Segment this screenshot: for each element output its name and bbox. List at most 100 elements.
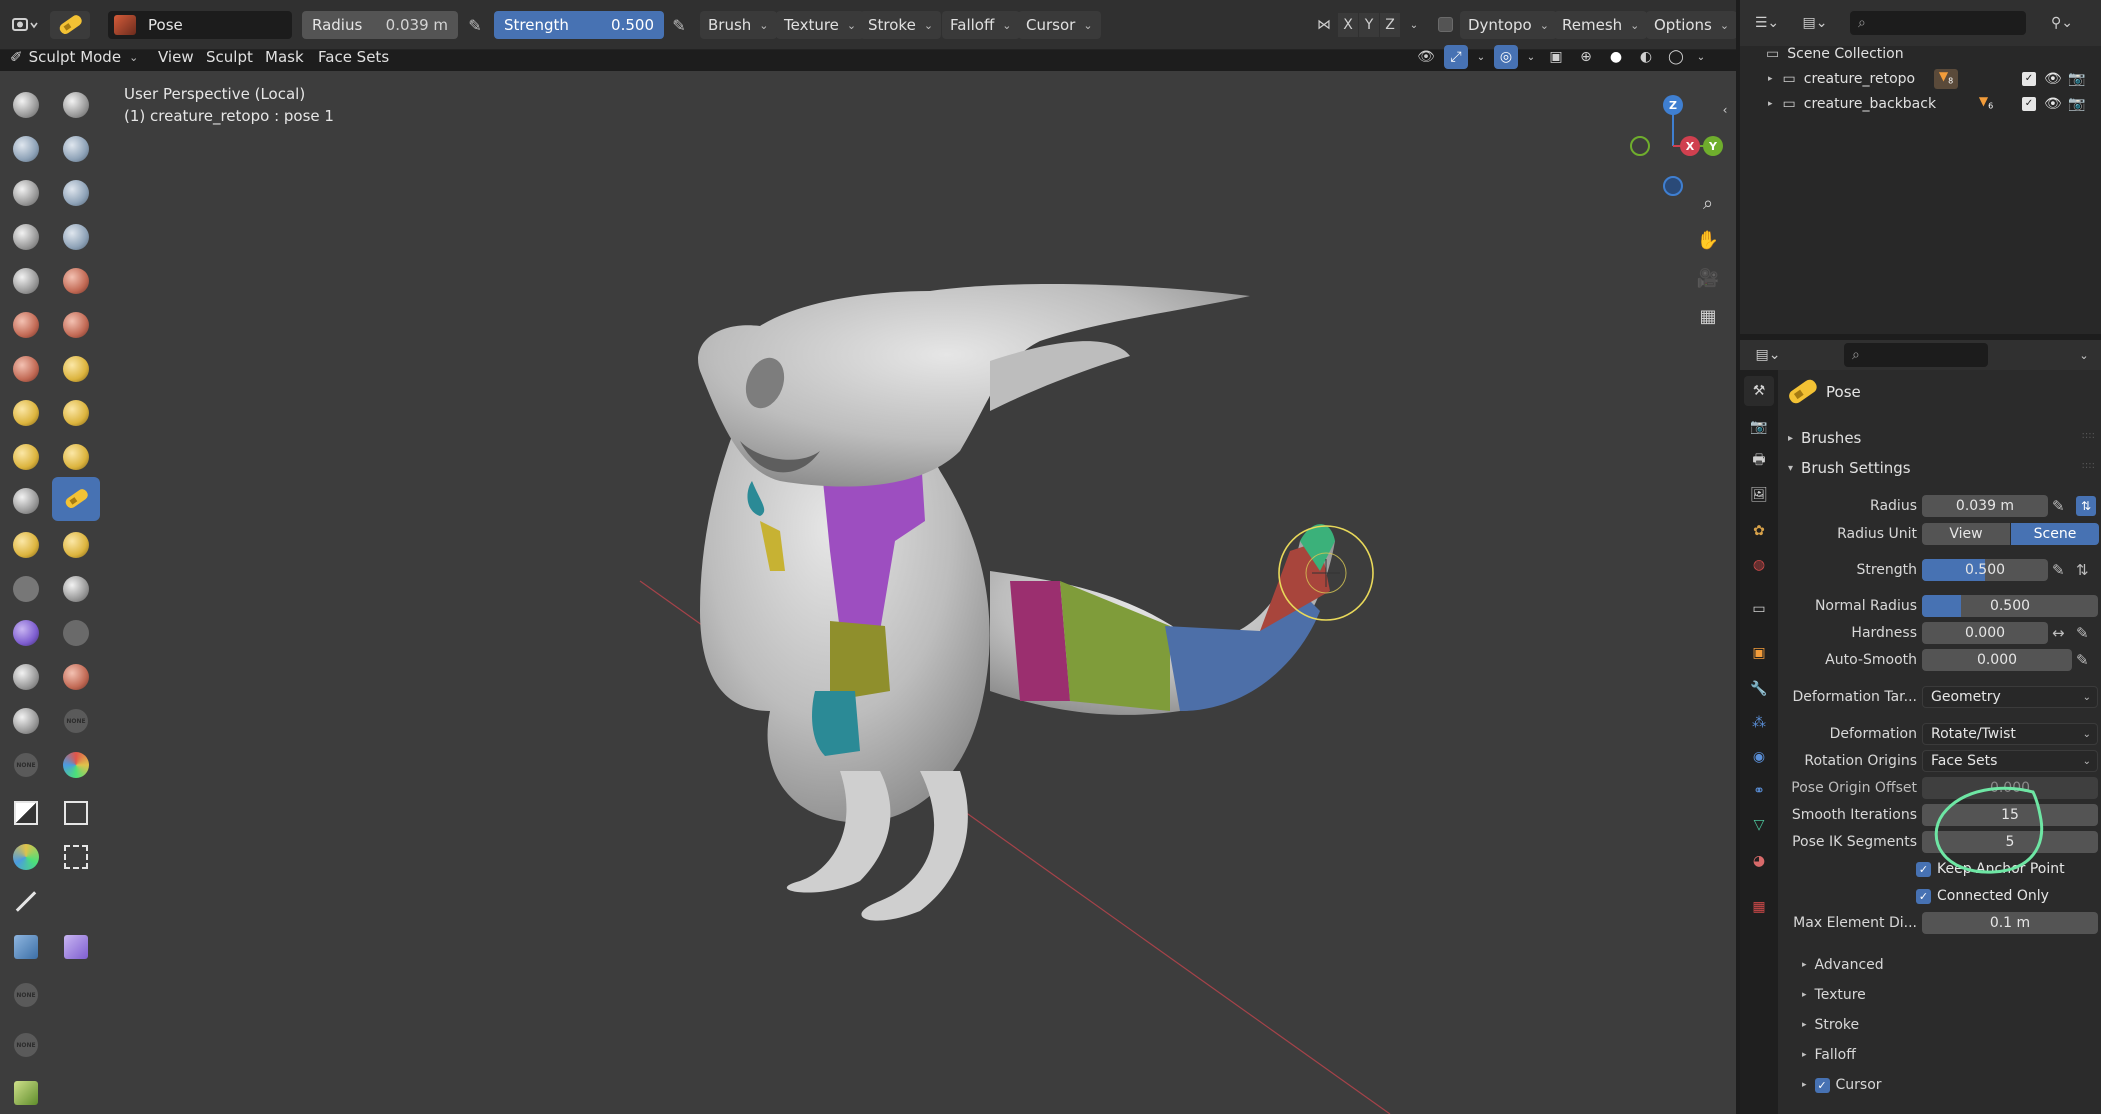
- tool-tab-icon[interactable]: ⚒: [1744, 376, 1774, 406]
- falloff-menu[interactable]: Falloff ⌄: [942, 11, 1020, 39]
- orthographic-grid-icon[interactable]: ▦: [1693, 301, 1723, 331]
- material-tab-icon[interactable]: ◕: [1744, 846, 1774, 876]
- auto-smooth-pressure-icon[interactable]: ✎: [2076, 651, 2089, 669]
- clay-strips-brush-tool[interactable]: [56, 129, 96, 169]
- thumb-brush-tool[interactable]: [56, 437, 96, 477]
- stroke-menu[interactable]: Stroke ⌄: [860, 11, 942, 39]
- filter-icon[interactable]: ⚲⌄: [2042, 11, 2082, 35]
- draw-face-sets-tool[interactable]: [6, 657, 46, 697]
- gizmo-options-icon[interactable]: ⌄: [1474, 45, 1488, 69]
- collection-tab-icon[interactable]: ▭: [1744, 594, 1774, 624]
- exclude-checkbox[interactable]: ✓: [2022, 97, 2036, 111]
- cursor-checkbox[interactable]: ✓: [1814, 1077, 1830, 1093]
- data-tab-icon[interactable]: ▽: [1744, 810, 1774, 840]
- brush-settings-panel-header[interactable]: ▾ Brush Settings: [1788, 456, 1911, 480]
- symmetry-options-icon[interactable]: ⌄: [1402, 13, 1426, 37]
- fill-brush-tool[interactable]: [6, 305, 46, 345]
- mode-dropdown[interactable]: ✐ Sculpt Mode ⌄: [4, 43, 142, 71]
- inflate-brush-tool[interactable]: [56, 173, 96, 213]
- strength-field[interactable]: 0.500: [1922, 559, 2048, 581]
- rendered-shading-icon[interactable]: ◯: [1664, 45, 1688, 69]
- draw-brush-tool[interactable]: [6, 85, 46, 125]
- render-camera-icon[interactable]: 📷: [2068, 96, 2085, 112]
- editor-type-icon[interactable]: [6, 11, 44, 39]
- output-tab-icon[interactable]: 🖶: [1744, 446, 1774, 476]
- strength-slider[interactable]: Strength 0.500: [494, 11, 664, 39]
- max-element-distance-field[interactable]: 0.1 m: [1922, 912, 2098, 934]
- wireframe-shading-icon[interactable]: ⊕: [1574, 45, 1598, 69]
- scene-tab-icon[interactable]: ✿: [1744, 516, 1774, 546]
- view-menu[interactable]: View: [158, 43, 194, 71]
- active-tool-icon[interactable]: [50, 11, 90, 39]
- empty-brush-slot-2[interactable]: NONE: [6, 745, 46, 785]
- radius-pressure-icon[interactable]: ✎: [464, 15, 486, 37]
- texture-menu[interactable]: Texture ⌄: [776, 11, 865, 39]
- annotate-tool[interactable]: [6, 1073, 46, 1113]
- mirror-y-toggle[interactable]: Y: [1359, 13, 1379, 37]
- multiplane-scrape-brush-tool[interactable]: [6, 349, 46, 389]
- elastic-deform-brush-tool[interactable]: [56, 393, 96, 433]
- strength-pressure-icon[interactable]: ✎: [2052, 561, 2065, 579]
- gizmo-neg-z-axis[interactable]: [1663, 176, 1683, 196]
- strength-unified-icon[interactable]: ⇅: [2076, 561, 2089, 579]
- mirror-z-toggle[interactable]: Z: [1380, 13, 1400, 37]
- gizmo-x-axis[interactable]: X: [1680, 136, 1700, 156]
- sidebar-toggle-icon[interactable]: ‹: [1716, 95, 1734, 125]
- render-camera-icon[interactable]: 📷: [2068, 71, 2085, 87]
- radius-unit-view[interactable]: View: [1922, 523, 2010, 545]
- smooth-brush-tool[interactable]: [6, 261, 46, 301]
- remesh-menu[interactable]: Remesh ⌄: [1554, 11, 1648, 39]
- symmetry-icon[interactable]: ⋈: [1312, 13, 1336, 37]
- box-face-set-tool[interactable]: [6, 837, 46, 877]
- mirror-x-toggle[interactable]: X: [1338, 13, 1358, 37]
- 3d-viewport[interactable]: User Perspective (Local) (1) creature_re…: [0, 71, 1736, 1114]
- visibility-eye-icon[interactable]: 👁: [2044, 71, 2062, 87]
- visibility-icon[interactable]: 👁: [1414, 45, 1438, 69]
- camera-view-icon[interactable]: 🎥: [1693, 263, 1723, 293]
- modifiers-tab-icon[interactable]: 🔧: [1744, 674, 1774, 704]
- rotation-origins-dropdown[interactable]: Face Sets ⌄: [1922, 750, 2098, 772]
- multires-displacement-smear-tool[interactable]: [6, 701, 46, 741]
- gizmo-toggle-icon[interactable]: ⤢: [1444, 45, 1468, 69]
- material-shading-icon[interactable]: ◐: [1634, 45, 1658, 69]
- scene-collection-row[interactable]: ▭ Scene Collection: [1740, 41, 2101, 67]
- visibility-eye-icon[interactable]: 👁: [2044, 96, 2062, 112]
- clay-brush-tool[interactable]: [6, 129, 46, 169]
- box-trim-tool[interactable]: [56, 837, 96, 877]
- advanced-subpanel[interactable]: ▸ Advanced: [1802, 953, 1884, 977]
- mesh-filter-tool[interactable]: [6, 927, 46, 967]
- line-project-tool[interactable]: [6, 881, 46, 921]
- particles-tab-icon[interactable]: ⁂: [1744, 708, 1774, 738]
- outliner-item-creature-retopo[interactable]: ▸ ▭ creature_retopo ▼8 ✓ 👁 📷: [1740, 66, 2101, 92]
- pose-brush-tool[interactable]: [52, 477, 100, 521]
- mask-menu[interactable]: Mask: [265, 43, 304, 71]
- face-sets-menu[interactable]: Face Sets: [318, 43, 389, 71]
- overlays-options-icon[interactable]: ⌄: [1524, 45, 1538, 69]
- empty-brush-slot-1[interactable]: NONE: [56, 701, 96, 741]
- texture-subpanel[interactable]: ▸ Texture: [1802, 983, 1866, 1007]
- cursor-menu[interactable]: Cursor ⌄: [1018, 11, 1101, 39]
- hardness-field[interactable]: 0.000: [1922, 622, 2048, 644]
- crease-brush-tool[interactable]: [56, 217, 96, 257]
- box-hide-tool[interactable]: [56, 793, 96, 833]
- rotate-brush-tool[interactable]: [6, 481, 46, 521]
- radius-unit-scene[interactable]: Scene: [2011, 523, 2099, 545]
- radius-pressure-icon[interactable]: ✎: [2052, 497, 2065, 515]
- shading-options-icon[interactable]: ⌄: [1694, 45, 1708, 69]
- strength-pressure-icon[interactable]: ✎: [668, 15, 690, 37]
- zoom-icon[interactable]: ⌕: [1693, 188, 1723, 218]
- xray-icon[interactable]: ▣: [1544, 45, 1568, 69]
- stroke-subpanel[interactable]: ▸ Stroke: [1802, 1013, 1859, 1037]
- render-tab-icon[interactable]: 📷: [1744, 412, 1774, 442]
- invert-hardness-icon[interactable]: ↔: [2052, 624, 2065, 642]
- hardness-pressure-icon[interactable]: ✎: [2076, 624, 2089, 642]
- dyntopo-checkbox[interactable]: [1438, 17, 1453, 32]
- constraints-tab-icon[interactable]: ⚭: [1744, 776, 1774, 806]
- view-layer-tab-icon[interactable]: 🖼: [1744, 480, 1774, 510]
- snake-hook-brush-tool[interactable]: [6, 437, 46, 477]
- properties-options-icon[interactable]: ⌄: [2072, 343, 2096, 367]
- cloth-brush-tool[interactable]: [56, 569, 96, 609]
- texture-tab-icon[interactable]: ▦: [1744, 892, 1774, 922]
- expand-arrow-icon[interactable]: ▸: [1768, 74, 1773, 84]
- draw-sharp-brush-tool[interactable]: [56, 85, 96, 125]
